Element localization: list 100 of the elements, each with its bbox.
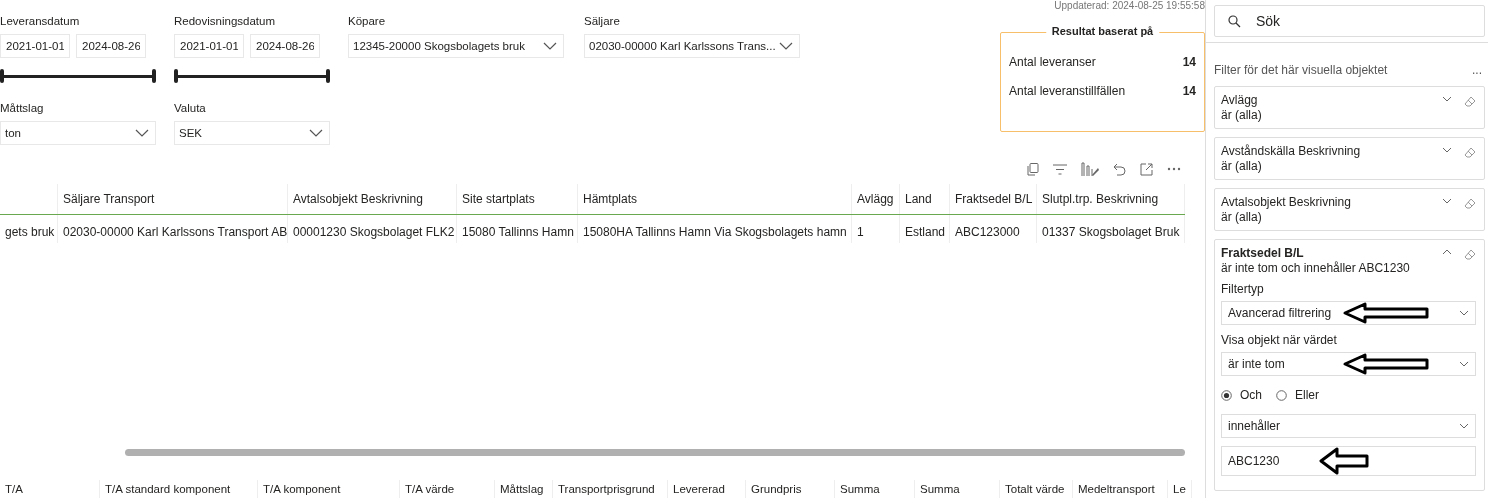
field-label: Filtertyp [1221,282,1265,296]
column-header[interactable]: Fraktsedel B/L [950,184,1037,214]
metric-value: 14 [1182,55,1196,69]
date-field[interactable]: 2021-01-01 [174,34,244,58]
eraser-icon[interactable] [1464,198,1476,210]
chevron-down-icon [1459,361,1469,367]
column-header[interactable]: Grundpris [746,480,835,498]
filter-summary: är inte tom och innehåller ABC1230 [1221,261,1410,275]
copy-icon[interactable] [1027,162,1039,176]
left-arrow-icon [1319,447,1370,475]
filter-card[interactable]: Avlägg är (alla) [1214,86,1485,129]
radio-option[interactable]: Och [1221,388,1262,402]
table-cell: 15080HA Tallinns Hamn Via Skogsbolagets hamn [578,215,852,243]
column-header[interactable]: Avtalsobjekt Beskrivning [288,184,457,214]
table-cell: 01337 Skogsbolaget Bruk [1037,215,1185,243]
filter-card[interactable]: Avståndskälla Beskrivning är (alla) [1214,137,1485,180]
range-slider[interactable] [0,68,156,84]
dropdown[interactable]: SEK [174,121,330,145]
column-header[interactable]: T/A standard komponent [100,480,258,498]
table-cell: gets bruk [0,215,58,243]
date-field[interactable]: 2024-08-26 [250,34,320,58]
dropdown[interactable]: Avancerad filtrering [1221,301,1476,325]
date-field[interactable]: 2024-08-26 [76,34,146,58]
chevron-down-icon [1459,310,1469,316]
metric-value: 14 [1182,84,1196,98]
slicer-label: Leveransdatum [0,15,81,27]
column-header[interactable]: Summa [915,480,1000,498]
more-icon[interactable] [1167,167,1181,171]
input-field[interactable]: ABC1230 [1221,446,1476,476]
eraser-icon[interactable] [1464,147,1476,159]
column-header[interactable]: T/A värde [400,480,495,498]
filter-card[interactable]: Fraktsedel B/L är inte tom och innehåller ABC1230 Filtertyp Avancerad filtrering Visa objekt när värdet är inte tom Och Eller innehåller ABC1230 [1214,239,1485,491]
section-title: Filter för det här visuella objektet [1214,63,1388,77]
column-header[interactable]: Totalt värde [1000,480,1073,498]
search-icon [1228,15,1241,28]
slider-handle[interactable] [152,69,156,83]
slider-handle[interactable] [326,69,330,83]
dropdown[interactable]: 02030-00000 Karl Karlssons Trans... [584,34,800,58]
eraser-icon[interactable] [1464,96,1476,108]
column-header[interactable]: Slutpl.trp. Beskrivning [1037,184,1185,214]
filter-summary: är (alla) [1221,210,1263,224]
left-arrow-icon [1343,302,1429,324]
table-cell: ABC123000 [950,215,1037,243]
column-header[interactable]: Måttslag [495,480,553,498]
eraser-icon[interactable] [1464,249,1476,261]
chevron-up-icon[interactable] [1442,249,1452,255]
field-label: Visa objekt när värdet [1221,333,1338,347]
column-header[interactable]: Hämtplats [578,184,852,214]
search-field[interactable]: Sök [1214,5,1485,37]
radio-option[interactable]: Eller [1276,388,1320,402]
dropdown[interactable]: ton [0,121,156,145]
chevron-down-icon[interactable] [1442,198,1452,204]
filter-icon[interactable] [1053,163,1067,175]
chart-icon[interactable] [1081,162,1099,176]
column-header[interactable]: Summa [835,480,915,498]
column-header[interactable]: Site startplats [457,184,578,214]
filter-title: Avlägg [1221,93,1259,107]
filter-title: Avståndskälla Beskrivning [1221,144,1361,158]
filter-title: Avtalsobjekt Beskrivning [1221,195,1351,209]
chevron-down-icon [135,129,149,137]
column-header[interactable]: Säljare Transport [58,184,288,214]
dropdown[interactable]: 12345-20000 Skogsbolagets bruk [348,34,564,58]
undo-icon[interactable] [1113,162,1126,176]
more-options-button[interactable]: ... [1472,63,1485,77]
column-header[interactable]: Levererad [668,480,746,498]
range-slider[interactable] [174,68,330,84]
table-cell: Estland [900,215,950,243]
chevron-down-icon[interactable] [1442,96,1452,102]
expand-icon[interactable] [1140,162,1153,176]
table-cell: 02030-00000 Karl Karlssons Transport AB [58,215,288,243]
slicer-label: Måttslag [0,102,45,114]
column-header[interactable]: Transportprisgrund [553,480,668,498]
dropdown[interactable]: innehåller [1221,414,1476,438]
filter-card[interactable]: Avtalsobjekt Beskrivning är (alla) [1214,188,1485,231]
chevron-down-icon [1459,423,1469,429]
filter-title: Fraktsedel B/L [1221,246,1304,260]
column-header[interactable]: Land [900,184,950,214]
table-cell: 1 [852,215,900,243]
column-header[interactable]: Le [1168,480,1192,498]
left-arrow-icon [1343,353,1429,375]
column-header[interactable]: T/A komponent [258,480,400,498]
slicer-label: Redovisningsdatum [174,15,276,27]
table-cell: 00001230 Skogsbolaget FLK2 [288,215,457,243]
slider-handle[interactable] [174,69,178,83]
chevron-down-icon [779,42,793,50]
column-header[interactable]: T/A [0,480,100,498]
chevron-down-icon [309,129,323,137]
slider-handle[interactable] [0,69,4,83]
horizontal-scrollbar[interactable] [125,449,1185,456]
chevron-down-icon [543,42,557,50]
dropdown[interactable]: är inte tom [1221,352,1476,376]
chevron-down-icon[interactable] [1442,147,1452,153]
table-cell: 15080 Tallinns Hamn [457,215,578,243]
filter-summary: är (alla) [1221,108,1262,122]
date-field[interactable]: 2021-01-01 [0,34,70,58]
card-title: Resultat baserat på [1045,25,1160,37]
column-header[interactable]: Avlägg [852,184,900,214]
slicer-label: Köpare [348,15,387,27]
column-header[interactable]: Medeltransport [1073,480,1168,498]
metric-label: Antal leveranstillfällen [1009,84,1126,98]
